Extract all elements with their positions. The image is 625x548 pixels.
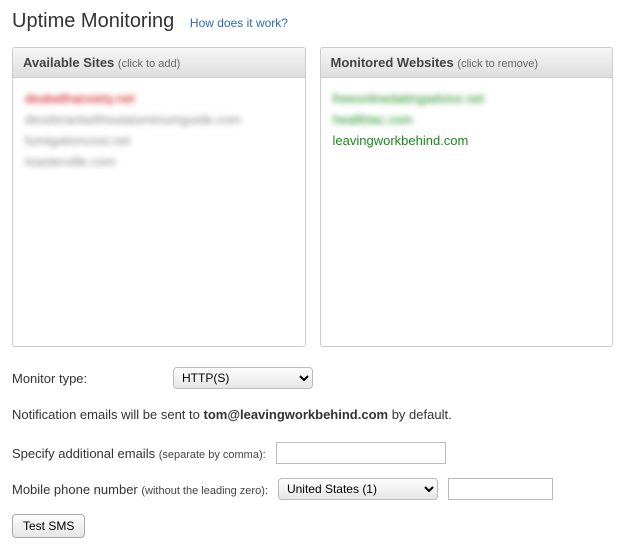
phone-row: Mobile phone number (without the leading… xyxy=(12,478,613,500)
monitor-type-row: Monitor type: HTTP(S) xyxy=(12,367,613,389)
additional-emails-row: Specify additional emails (separate by c… xyxy=(12,442,613,464)
page-title: Uptime Monitoring xyxy=(12,10,174,32)
monitor-type-select[interactable]: HTTP(S) xyxy=(173,367,313,389)
site-item[interactable]: dealwithanxiety.net xyxy=(25,88,293,109)
phone-country-select[interactable]: United States (1) xyxy=(278,478,438,500)
notification-note: Notification emails will be sent to tom@… xyxy=(12,407,613,422)
phone-label-wrap: Mobile phone number (without the leading… xyxy=(12,482,268,497)
help-link[interactable]: How does it work? xyxy=(190,16,288,30)
page-header: Uptime Monitoring How does it work? xyxy=(12,10,613,33)
available-sites-header: Available Sites (click to add) xyxy=(13,48,305,78)
monitor-type-label: Monitor type: xyxy=(12,371,157,386)
panels-row: Available Sites (click to add) dealwitha… xyxy=(12,47,613,347)
phone-label: Mobile phone number xyxy=(12,482,141,497)
phone-sub: (without the leading zero): xyxy=(141,485,268,497)
additional-emails-label-wrap: Specify additional emails (separate by c… xyxy=(12,446,266,461)
site-item[interactable]: freeonlinedatingadvice.net xyxy=(333,88,601,109)
note-suffix: by default. xyxy=(388,407,452,422)
site-item[interactable]: toasterville.com xyxy=(25,151,293,172)
available-sites-title: Available Sites xyxy=(23,55,114,70)
available-sites-panel: Available Sites (click to add) dealwitha… xyxy=(12,47,306,347)
note-email: tom@leavingworkbehind.com xyxy=(203,407,388,422)
additional-emails-label: Specify additional emails xyxy=(12,446,159,461)
monitored-sites-panel: Monitored Websites (click to remove) fre… xyxy=(320,47,614,347)
monitored-sites-subtitle: (click to remove) xyxy=(457,58,538,70)
available-sites-list: dealwithanxiety.netdeodorantwithoutalumi… xyxy=(13,78,305,346)
note-prefix: Notification emails will be sent to xyxy=(12,407,203,422)
phone-number-input[interactable] xyxy=(448,478,553,500)
available-sites-subtitle: (click to add) xyxy=(118,58,180,70)
site-item[interactable]: healthiac.com xyxy=(333,109,601,130)
site-item[interactable]: fumigationcost.net xyxy=(25,130,293,151)
additional-emails-input[interactable] xyxy=(276,442,446,464)
site-item[interactable]: deodorantwithoutaluminumguide.com xyxy=(25,109,293,130)
site-item[interactable]: leavingworkbehind.com xyxy=(333,130,601,151)
additional-emails-sub: (separate by comma): xyxy=(159,449,266,461)
test-sms-button[interactable]: Test SMS xyxy=(12,514,85,538)
monitored-sites-header: Monitored Websites (click to remove) xyxy=(321,48,613,78)
monitored-sites-list: freeonlinedatingadvice.nethealthiac.coml… xyxy=(321,78,613,346)
monitored-sites-title: Monitored Websites xyxy=(331,55,454,70)
